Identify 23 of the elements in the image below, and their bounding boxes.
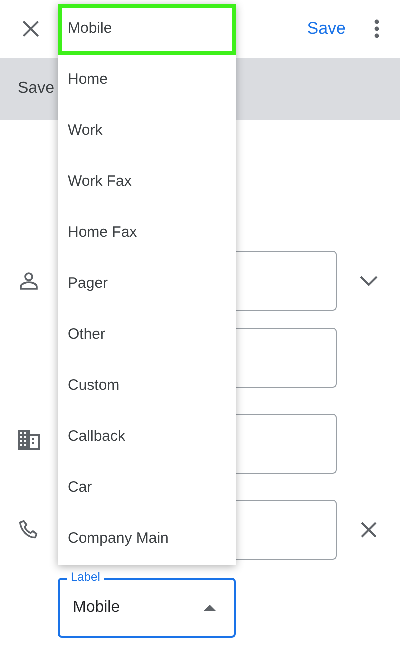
menu-item[interactable]: Home Fax	[58, 208, 236, 259]
dropdown-value: Mobile	[73, 598, 120, 618]
phone-icon	[18, 519, 40, 541]
field-label: Label	[67, 570, 104, 584]
banner-text: Save	[18, 79, 54, 99]
person-icon	[19, 271, 39, 291]
menu-item[interactable]: Pager	[58, 259, 236, 310]
close-icon[interactable]	[20, 18, 42, 40]
menu-item[interactable]: Company Main	[58, 514, 236, 565]
chevron-down-icon[interactable]	[358, 275, 378, 287]
menu-item[interactable]: Mobile	[58, 4, 236, 55]
menu-item[interactable]: Work Fax	[58, 157, 236, 208]
menu-item[interactable]: Other	[58, 310, 236, 361]
triangle-icon	[204, 605, 216, 611]
menu-item[interactable]: Home	[58, 55, 236, 106]
more-icon[interactable]	[374, 19, 380, 39]
menu-item[interactable]: Custom	[58, 361, 236, 412]
menu-item[interactable]: Car	[58, 463, 236, 514]
menu-item[interactable]: Callback	[58, 412, 236, 463]
menu-item[interactable]: Work	[58, 106, 236, 157]
building-icon	[18, 430, 40, 450]
save-button[interactable]: Save	[303, 16, 350, 42]
close-icon[interactable]	[360, 521, 378, 539]
